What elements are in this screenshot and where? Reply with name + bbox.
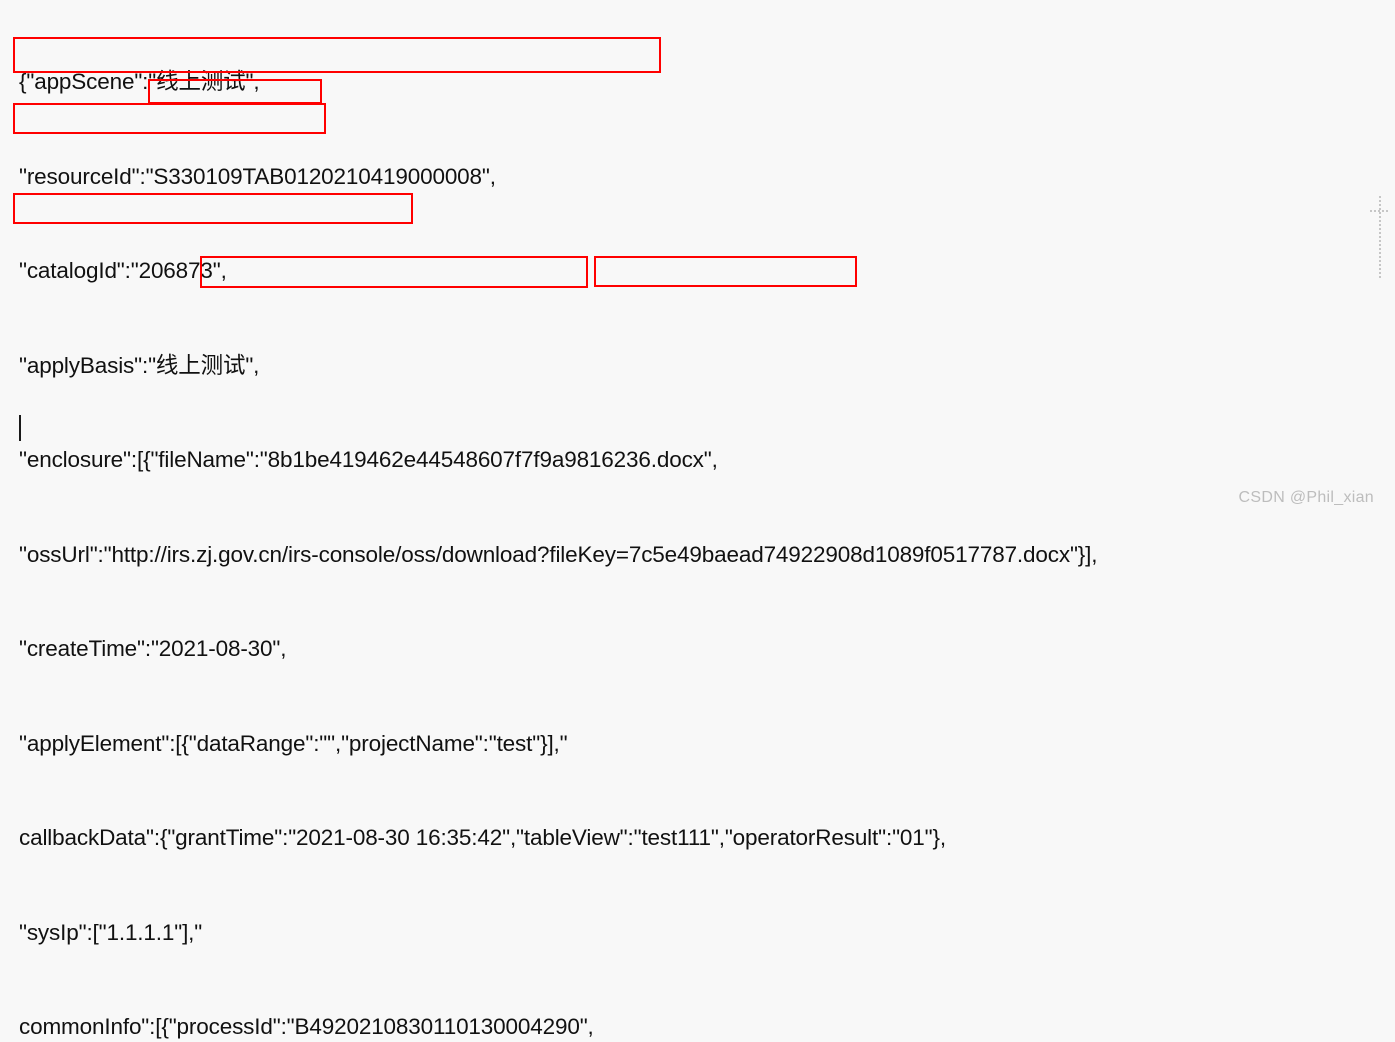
json-line: "resourceId":"S330109TAB0120210419000008… [19, 163, 496, 189]
json-line: "sysIp":["1.1.1.1"]," [19, 919, 203, 945]
dotted-vertical-line [1379, 196, 1381, 278]
json-line: "applyBasis":"线上测试", [19, 352, 260, 378]
json-line: "enclosure":[{"fileName":"8b1be419462e44… [19, 447, 718, 472]
json-line: "createTime":"2021-08-30", [19, 636, 287, 661]
dotted-guide-marker-icon [1370, 196, 1388, 278]
json-line: "ossUrl":"http://irs.zj.gov.cn/irs-conso… [19, 541, 1098, 567]
json-payload-text[interactable]: {"appScene":"线上测试", "resourceId":"S33010… [19, 3, 1359, 1042]
watermark: CSDN @Phil_xian [1238, 489, 1374, 506]
json-line: "applyElement":[{"dataRange":"","project… [19, 730, 568, 756]
json-line: commonInfo":[{"processId":"B492021083011… [19, 1014, 594, 1039]
text-caret [19, 415, 21, 441]
json-line: "catalogId":"206873", [19, 258, 227, 283]
dotted-horizontal-tick [1370, 210, 1388, 212]
json-line: callbackData":{"grantTime":"2021-08-30 1… [19, 825, 946, 850]
json-line: {"appScene":"线上测试", [19, 69, 260, 94]
